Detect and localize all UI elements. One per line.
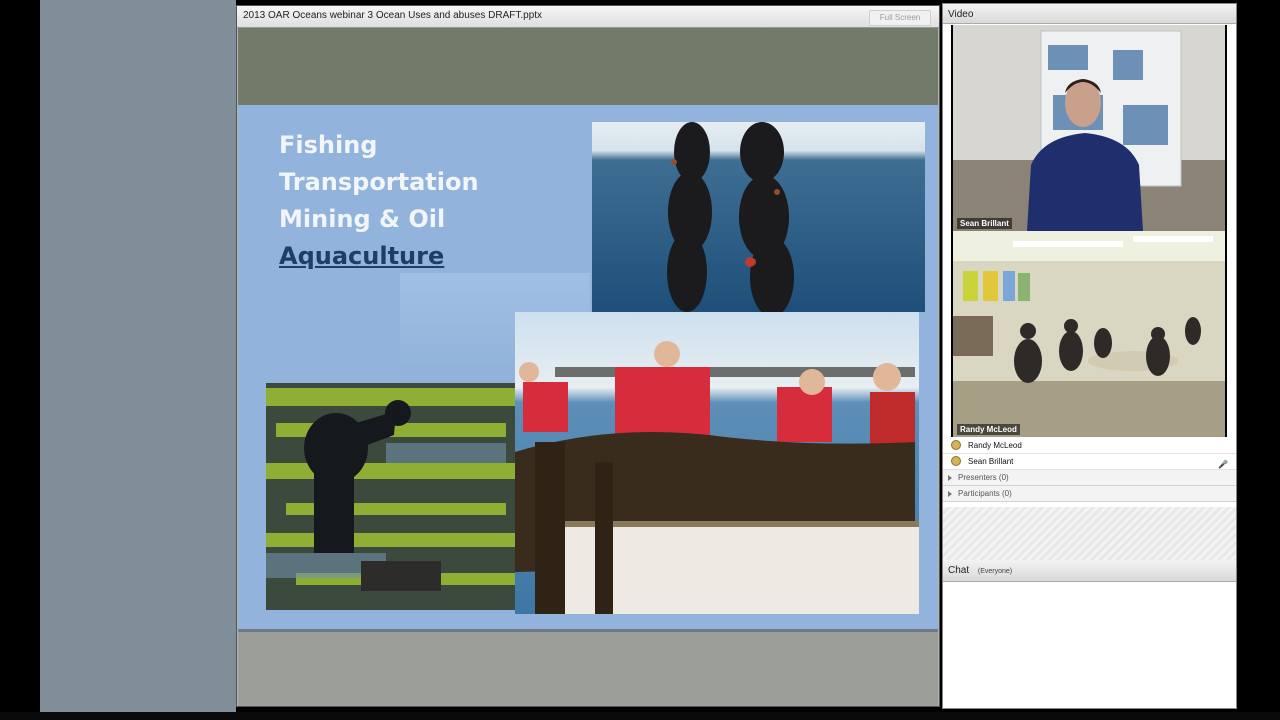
bullet-mining-oil: Mining & Oil — [279, 205, 446, 233]
video-feed-sean[interactable]: Sean Brillant — [953, 25, 1225, 231]
fullscreen-button[interactable]: Full Screen — [869, 10, 931, 26]
attendee-name: Sean Brillant — [968, 457, 1014, 466]
attendee-row[interactable]: Randy McLeod — [943, 438, 1236, 454]
chat-title: Chat — [948, 565, 970, 576]
presentation-pod: 2013 OAR Oceans webinar 3 Ocean Uses and… — [236, 5, 940, 707]
presenters-section[interactable]: Presenters (0) — [943, 470, 1236, 486]
video-name-label: Sean Brillant — [957, 218, 1012, 229]
attendee-name: Randy McLeod — [968, 441, 1022, 450]
slide-bullet-list: Fishing Transportation Mining & Oil Aqua… — [279, 127, 479, 275]
video-pod-title: Video — [948, 9, 974, 20]
presenters-label: Presenters (0) — [958, 473, 1009, 482]
video-area: Sean Brillant Randy McLeod — [951, 25, 1227, 437]
bottom-strip — [0, 712, 1280, 720]
chat-pod-header: Chat (Everyone) — [943, 560, 1236, 582]
video-name-label: Randy McLeod — [957, 424, 1020, 435]
participants-section[interactable]: Participants (0) — [943, 486, 1236, 502]
mussel-ropes-photo — [592, 122, 925, 312]
host-icon — [951, 456, 961, 466]
presentation-header: 2013 OAR Oceans webinar 3 Ocean Uses and… — [237, 6, 939, 28]
attendee-list: Randy McLeod Sean Brillant 🎤 Presenters … — [943, 438, 1236, 502]
host-icon — [951, 440, 961, 450]
seaweed-harvest-photo — [515, 312, 919, 614]
presentation-file-title: 2013 OAR Oceans webinar 3 Ocean Uses and… — [243, 10, 543, 21]
attendee-row[interactable]: Sean Brillant 🎤 — [943, 454, 1236, 470]
slide: Fishing Transportation Mining & Oil Aqua… — [238, 105, 938, 632]
oyster-bed-photo — [266, 383, 516, 610]
slide-bottom-margin — [238, 632, 938, 706]
video-feed-randy[interactable]: Randy McLeod — [953, 231, 1225, 437]
bullet-fishing: Fishing — [279, 131, 378, 159]
video-pod-header: Video — [943, 4, 1236, 24]
chat-scope[interactable]: (Everyone) — [978, 568, 1012, 575]
participants-label: Participants (0) — [958, 489, 1012, 498]
right-panel: Video Sean Brillant Randy McLeod Randy M… — [942, 3, 1237, 709]
bullet-transportation: Transportation — [279, 168, 479, 196]
expand-arrow-icon[interactable] — [948, 491, 952, 497]
bullet-aquaculture: Aquaculture — [279, 242, 445, 270]
slide-top-margin — [238, 28, 938, 105]
chat-message-area[interactable] — [943, 582, 1236, 708]
left-background — [40, 0, 236, 712]
attendee-empty-area — [943, 507, 1236, 561]
expand-arrow-icon[interactable] — [948, 475, 952, 481]
